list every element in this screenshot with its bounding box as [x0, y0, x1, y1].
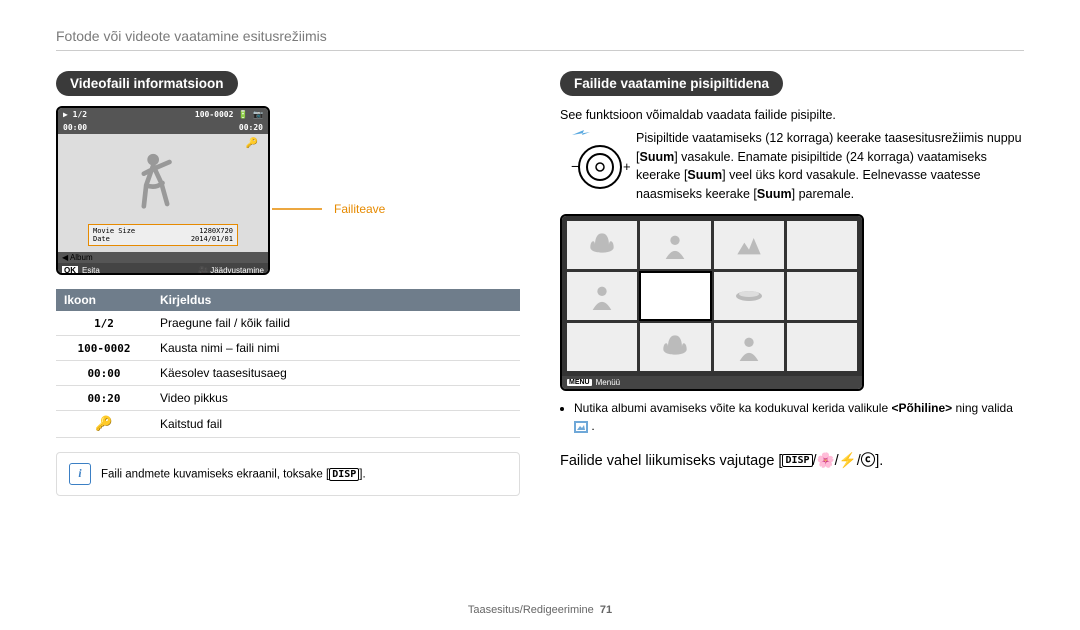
- callout-label: Failiteave: [334, 202, 385, 216]
- gallery-icon: [574, 421, 588, 433]
- section-pill-thumbnails: Failide vaatamine pisipiltidena: [560, 71, 783, 96]
- zoom-dial-illustration: − +: [560, 129, 624, 198]
- intro-text: See funktsioon võimaldab vaadata failide…: [560, 106, 1024, 125]
- ss-time-right: 00:20: [239, 123, 263, 132]
- table-row: 100-0002Kausta nimi – faili nimi: [56, 336, 520, 361]
- dancer-silhouette: [118, 148, 193, 218]
- info-icon: i: [69, 463, 91, 485]
- thumb-cell: [714, 272, 784, 320]
- info-note: i Faili andmete kuvamiseks ekraanil, tok…: [56, 452, 520, 496]
- thumb-cell: [640, 221, 710, 269]
- icon-description-table: Ikoon Kirjeldus 1/2Praegune fail / kõik …: [56, 289, 520, 438]
- lock-icon: 🔑: [246, 138, 258, 149]
- bullet-list: Nutika albumi avamiseks võite ka kodukuv…: [560, 399, 1024, 435]
- thumb-cell: [787, 221, 857, 269]
- th-ikoon: Ikoon: [56, 289, 152, 311]
- table-row: 00:20Video pikkus: [56, 386, 520, 411]
- page-footer: Taasesitus/Redigeerimine 71: [0, 604, 1080, 616]
- ss-album-row: ◀ Album: [58, 252, 268, 263]
- thumb-cell: [714, 221, 784, 269]
- video-info-screenshot: ▶ 1/2 100-0002 🔋 📷 00:00 00:20 🔑: [56, 106, 270, 275]
- ss-bottom-bar: OK Esita 🎥 Jäädvustamine: [58, 263, 268, 275]
- section-pill-videoinfo: Videofaili informatsioon: [56, 71, 238, 96]
- thumb-cell: [567, 323, 637, 371]
- ss-counter: ▶ 1/2: [63, 110, 87, 119]
- thumbnail-grid-screenshot: MENU Menüü: [560, 214, 864, 391]
- thumb-cell: [714, 323, 784, 371]
- table-row: 00:00Käesolev taasesitusaeg: [56, 361, 520, 386]
- file-info-box: Movie Size1280X720 Date2014/01/01: [88, 224, 238, 246]
- thumb-cell: [567, 272, 637, 320]
- disp-button-icon: DISP: [329, 468, 359, 481]
- menu-pill: MENU: [567, 379, 592, 386]
- menu-label: Menüü: [596, 378, 620, 387]
- thumb-cell-selected: [640, 272, 710, 320]
- svg-text:−: −: [571, 158, 579, 174]
- table-row: 1/2Praegune fail / kõik failid: [56, 311, 520, 336]
- callout-line: [272, 199, 332, 219]
- nav-instruction: Failide vahel liikumiseks vajutage [DISP…: [560, 449, 1024, 470]
- th-kirjeldus: Kirjeldus: [152, 289, 520, 311]
- list-item: Nutika albumi avamiseks võite ka kodukuv…: [574, 399, 1024, 435]
- table-row: 🔑Kaitstud fail: [56, 411, 520, 438]
- ss-time-left: 00:00: [63, 123, 87, 132]
- ss-right-info: 100-0002 🔋 📷: [195, 110, 263, 119]
- svg-text:+: +: [623, 159, 631, 174]
- left-column: Videofaili informatsioon ▶ 1/2 100-0002 …: [56, 71, 520, 496]
- right-column: Failide vaatamine pisipiltidena See funk…: [560, 71, 1024, 496]
- thumb-cell: [787, 272, 857, 320]
- thumb-cell: [640, 323, 710, 371]
- thumb-cell: [567, 221, 637, 269]
- zoom-instructions: Pisipiltide vaatamiseks (12 korraga) kee…: [636, 129, 1024, 204]
- disp-button-icon: DISP: [782, 454, 812, 467]
- thumb-cell: [787, 323, 857, 371]
- page-header: Fotode või videote vaatamine esitusrežii…: [56, 28, 1024, 51]
